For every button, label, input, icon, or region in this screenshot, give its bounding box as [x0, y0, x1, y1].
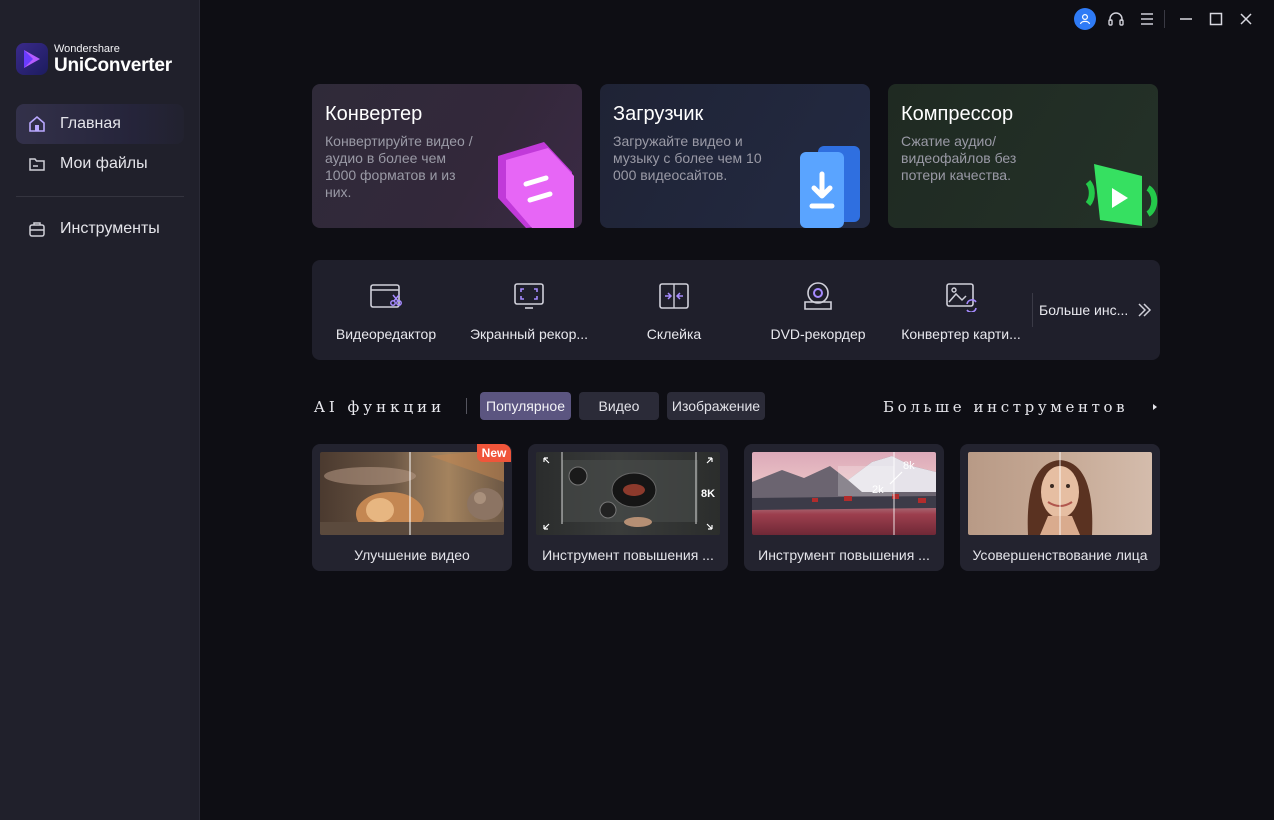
- fjord-landscape-thumbnail: 8k 2k: [752, 452, 936, 535]
- food-table-thumbnail: 8K: [536, 452, 720, 535]
- resolution-label-2k: 2k: [872, 484, 884, 496]
- tool-label: Экранный рекор...: [469, 326, 589, 342]
- image-converter-icon: [946, 283, 977, 312]
- minimize-icon[interactable]: [1175, 8, 1197, 30]
- double-chevron-right-icon[interactable]: [1136, 300, 1152, 320]
- folder-icon: [27, 154, 47, 174]
- tab-image[interactable]: Изображение: [667, 392, 765, 420]
- ai-card-label: Улучшение видео: [354, 547, 470, 563]
- ai-header-divider: [466, 398, 467, 414]
- dvd-icon: [804, 282, 832, 310]
- tool-label: Конвертер карти...: [901, 326, 1021, 342]
- ai-card-video-upscale[interactable]: 8K Инструмент повышения ...: [528, 444, 728, 571]
- user-avatar-icon[interactable]: [1074, 8, 1096, 30]
- home-icon: [27, 114, 47, 134]
- card-title: Компрессор: [901, 103, 1014, 125]
- toolbox-icon: [27, 219, 47, 239]
- sidebar-item-tools[interactable]: Инструменты: [16, 209, 184, 249]
- tab-video[interactable]: Видео: [579, 392, 659, 420]
- tool-dvd-recorder[interactable]: DVD-рекордер: [746, 260, 890, 360]
- more-tools-link[interactable]: Больше инс...: [1039, 302, 1128, 318]
- ai-section-title: AI функции: [314, 398, 446, 416]
- ai-card-label: Усовершенствование лица: [972, 547, 1148, 563]
- ai-card-label: Инструмент повышения ...: [758, 547, 930, 563]
- card-description: Сжатие аудио/ видеофайлов без потери кач…: [901, 133, 1017, 183]
- brand-company: Wondershare: [54, 42, 120, 55]
- card-description: Загружайте видео и музыку с более чем 10…: [613, 133, 762, 183]
- sidebar-item-label: Инструменты: [60, 220, 160, 237]
- uniconverter-logo-icon: [16, 43, 48, 75]
- tool-video-editor[interactable]: Видеоредактор: [314, 260, 458, 360]
- video-editor-icon: [370, 284, 402, 308]
- tool-label: DVD-рекордер: [770, 326, 866, 342]
- ai-card-image-upscale[interactable]: 8k 2k Инструмент повышения ...: [744, 444, 944, 571]
- screen-recorder-icon: [514, 283, 544, 309]
- sidebar-item-label: Главная: [60, 115, 121, 132]
- close-icon[interactable]: [1235, 8, 1257, 30]
- resolution-label-8k: 8k: [903, 460, 915, 472]
- sidebar-divider: [16, 196, 184, 197]
- tool-image-converter[interactable]: Конвертер карти...: [889, 260, 1033, 360]
- compressor-card[interactable]: Компрессор Сжатие аудио/ видеофайлов без…: [888, 84, 1158, 228]
- tool-screen-recorder[interactable]: Экранный рекор...: [457, 260, 601, 360]
- convert-icon: [498, 142, 574, 228]
- ai-card-label: Инструмент повышения ...: [542, 547, 714, 563]
- portrait-face-thumbnail: [968, 452, 1152, 535]
- caret-right-icon[interactable]: [1151, 401, 1159, 413]
- converter-card[interactable]: Конвертер Конвертируйте видео / аудио в …: [312, 84, 582, 228]
- topbar-divider: [1164, 10, 1165, 28]
- cat-video-thumbnail: [320, 452, 504, 535]
- download-icon: [800, 146, 860, 228]
- sidebar: Wondershare UniConverter Главная Мои фай…: [0, 0, 200, 820]
- sidebar-item-label: Мои файлы: [60, 155, 148, 172]
- maximize-icon[interactable]: [1205, 8, 1227, 30]
- compress-icon: [1085, 164, 1158, 226]
- tool-label: Склейка: [646, 326, 702, 342]
- downloader-card[interactable]: Загрузчик Загружайте видео и музыку с бо…: [600, 84, 870, 228]
- card-title: Конвертер: [325, 103, 423, 125]
- tool-label: Видеоредактор: [335, 326, 437, 342]
- more-ai-tools-link[interactable]: Больше инструментов: [883, 398, 1128, 416]
- tool-merge[interactable]: Склейка: [602, 260, 746, 360]
- menu-icon[interactable]: [1136, 8, 1158, 30]
- new-badge: New: [477, 444, 511, 462]
- brand: Wondershare UniConverter: [16, 43, 172, 75]
- sidebar-item-home[interactable]: Главная: [16, 104, 184, 144]
- ai-card-video-enhance[interactable]: Улучшение видео: [312, 444, 512, 571]
- tab-popular[interactable]: Популярное: [480, 392, 571, 420]
- card-title: Загрузчик: [613, 103, 704, 125]
- headset-icon[interactable]: [1105, 8, 1127, 30]
- merge-icon: [659, 283, 689, 309]
- tools-strip: Видеоредактор Экранный рекор... Склейка …: [312, 260, 1160, 360]
- sidebar-item-my-files[interactable]: Мои файлы: [16, 144, 184, 184]
- card-description: Конвертируйте видео / аудио в более чем …: [325, 133, 473, 200]
- ai-card-face-enhance[interactable]: Усовершенствование лица: [960, 444, 1160, 571]
- tools-divider: [1032, 293, 1033, 327]
- brand-product: UniConverter: [54, 54, 172, 76]
- resolution-label: 8K: [701, 488, 716, 500]
